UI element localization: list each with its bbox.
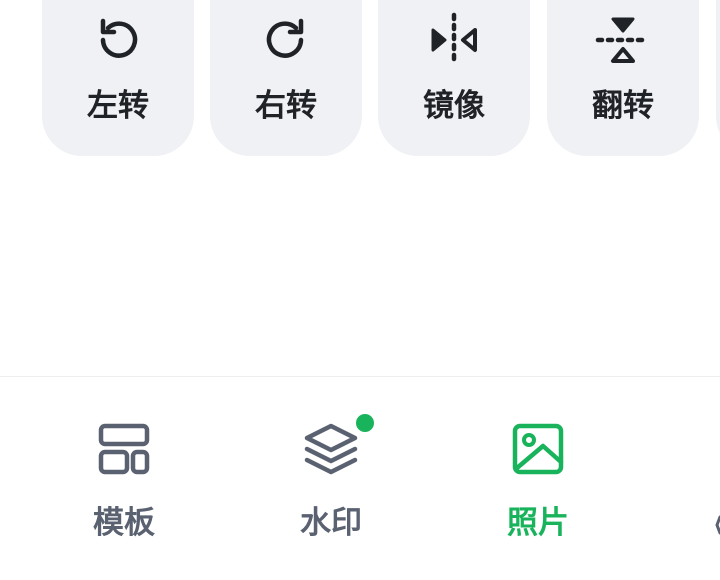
nav-item-watermark[interactable]: 水印 [251, 377, 411, 580]
nav-item-more[interactable] [700, 377, 720, 580]
rotate-right-button[interactable]: 右转 [210, 0, 362, 156]
flip-label: 翻转 [592, 88, 654, 124]
notification-dot [356, 414, 374, 432]
mirror-icon [431, 12, 477, 68]
mirror-button[interactable]: 镜像 [378, 0, 530, 156]
nav-label-watermark: 水印 [300, 505, 362, 541]
rotate-left-icon [100, 18, 138, 58]
more-tool-button[interactable] [716, 0, 720, 156]
flip-button[interactable]: 翻转 [547, 0, 699, 156]
transform-toolbar: 左转 右转 镜像 翻转 [0, 0, 720, 156]
nav-label-template: 模板 [93, 505, 155, 541]
rotate-right-label: 右转 [255, 88, 317, 124]
image-icon [512, 423, 564, 475]
bottom-navigation: 模板 水印 照片 [0, 377, 720, 580]
nav-item-photo[interactable]: 照片 [458, 377, 618, 580]
more-nav-glyph-icon [715, 515, 720, 535]
rotate-left-label: 左转 [87, 88, 149, 124]
flip-vertical-icon [595, 17, 651, 63]
rotate-right-icon [266, 18, 304, 58]
rotate-left-button[interactable]: 左转 [42, 0, 194, 156]
layers-icon [304, 423, 358, 475]
template-icon [98, 423, 150, 475]
mirror-label: 镜像 [423, 88, 485, 124]
nav-label-photo: 照片 [507, 505, 569, 541]
nav-item-template[interactable]: 模板 [44, 377, 204, 580]
editor-panel: 左转 右转 镜像 翻转 模板 水印 照片 [0, 0, 720, 580]
